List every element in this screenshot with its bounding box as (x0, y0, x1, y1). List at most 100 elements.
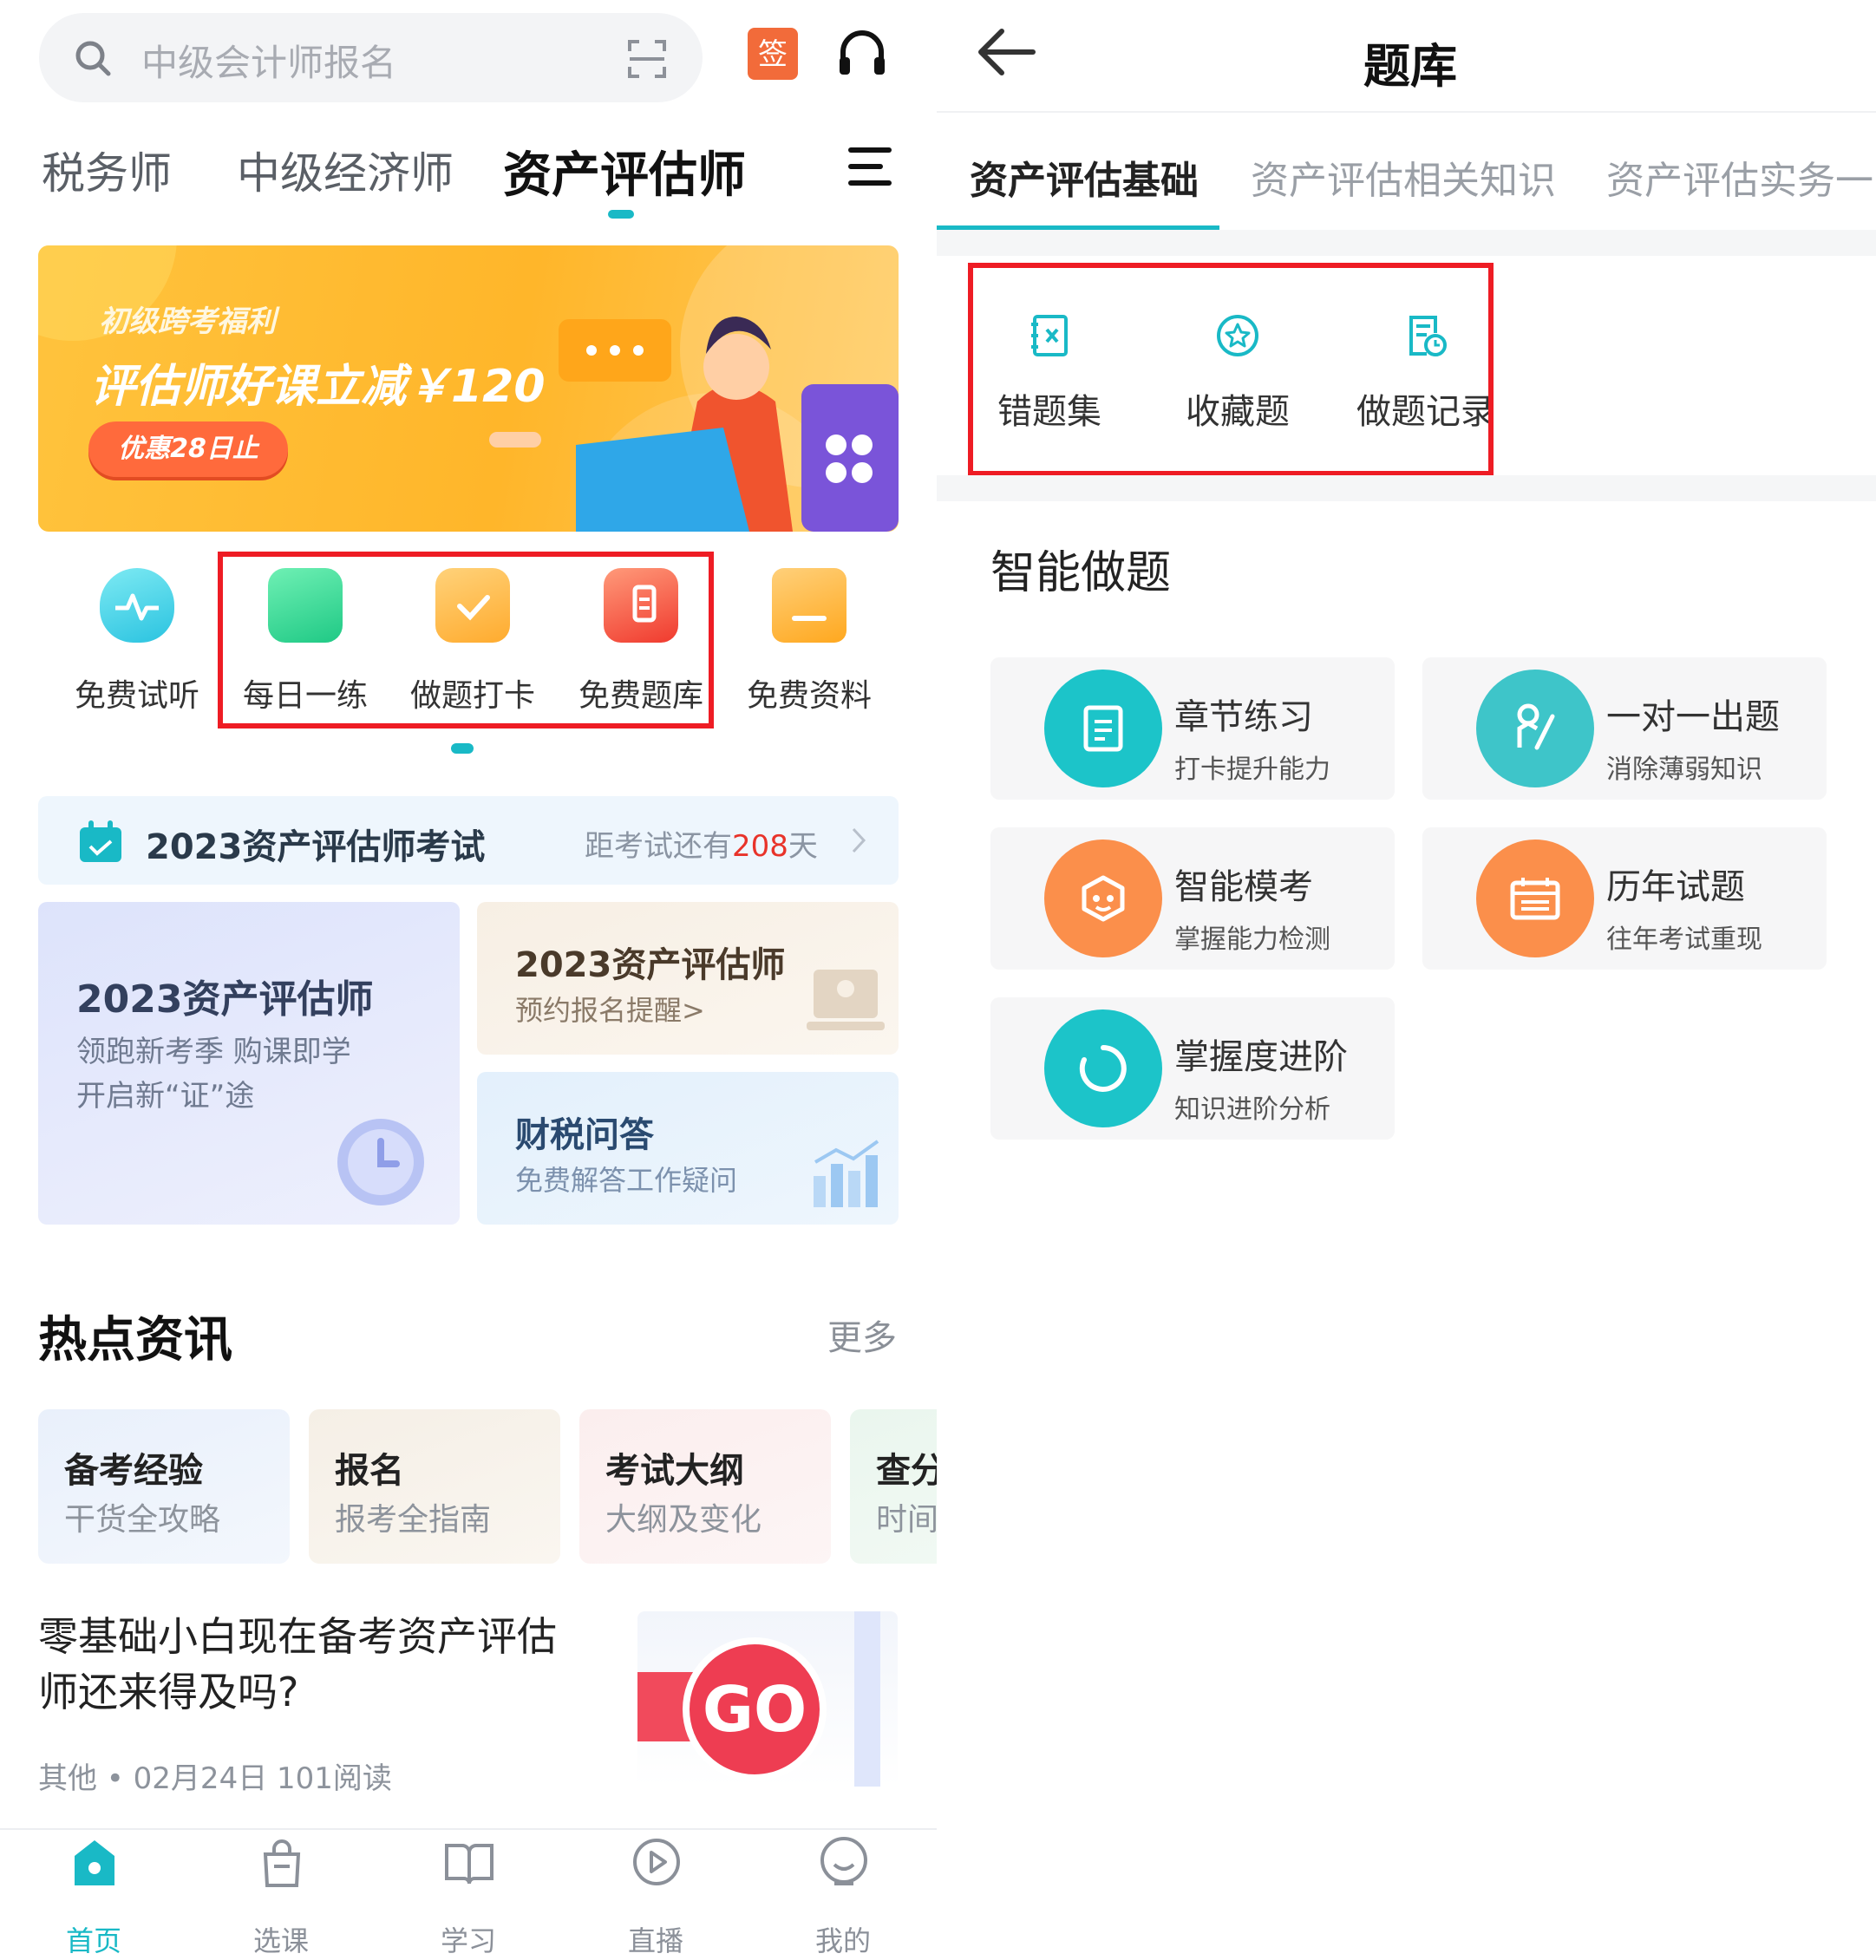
open-book-icon (445, 1844, 494, 1885)
nav-me[interactable]: 我的 (749, 1830, 937, 1960)
nav-study[interactable]: 学习 (375, 1830, 562, 1960)
back-arrow-icon[interactable] (976, 28, 1036, 76)
bag-icon (263, 1839, 301, 1887)
card-tax-qa[interactable]: 财税问答 免费解答工作疑问 (477, 1072, 899, 1225)
headset-icon[interactable] (834, 26, 890, 82)
card-one-on-one[interactable]: 一对一出题 消除薄弱知识 (1422, 657, 1827, 800)
card-title: 一对一出题 (1606, 697, 1780, 737)
card-desc: 消除薄弱知识 (1606, 755, 1762, 785)
article-thumbnail[interactable]: GO (637, 1611, 898, 1787)
heartbeat-icon (100, 568, 174, 643)
document-icon (1044, 670, 1162, 787)
quick-free-trial[interactable]: 免费试听 (55, 568, 219, 715)
nav-courses[interactable]: 选课 (187, 1830, 375, 1960)
article-title-line2: 师还来得及吗? (38, 1669, 299, 1715)
quick-label: 免费资料 (746, 678, 872, 714)
tab-asset-appraiser[interactable]: 资产评估师 (503, 136, 746, 206)
article-title-line1: 零基础小白现在备考资产评估 (38, 1613, 557, 1660)
card-title: 2023资产评估师 (515, 945, 786, 985)
card-sub: 预约报名提醒> (515, 994, 705, 1027)
sign-in-icon[interactable]: 签 (748, 28, 798, 80)
search-bar[interactable]: 中级会计师报名 (39, 13, 703, 102)
tab-indicator (608, 210, 634, 219)
question-bank-screen: 题库 资产评估基础 资产评估相关知识 资产评估实务一 错题集 收藏题 做题记录 … (937, 0, 1876, 1960)
highlight-box (968, 263, 1494, 476)
chip-title: 备考经验 (64, 1451, 203, 1491)
person-pen-icon (1476, 670, 1594, 787)
play-circle-icon (633, 1839, 680, 1885)
section-title: 智能做题 (990, 547, 1172, 599)
laptop-user-icon (807, 970, 885, 1030)
nav-label: 直播 (627, 1924, 683, 1957)
card-past-exams[interactable]: 历年试题 往年考试重现 (1422, 827, 1827, 970)
section-gap (937, 230, 1876, 256)
tab-practice-one[interactable]: 资产评估实务一 (1606, 149, 1873, 205)
card-appraiser-course[interactable]: 2023资产评估师 领跑新考季 购课即学 开启新“证”途 (38, 902, 460, 1225)
countdown-suffix: 天 (788, 829, 818, 864)
card-line1: 领跑新考季 购课即学 (76, 1035, 351, 1069)
calendar-list-icon (1476, 840, 1594, 957)
section-gap (937, 475, 1876, 501)
article-item[interactable]: 零基础小白现在备考资产评估 师还来得及吗? 其他 • 02月24日 101阅读 (38, 1609, 611, 1797)
exam-countdown-bar[interactable]: 2023资产评估师考试 距考试还有208天 (38, 796, 899, 885)
alarm-clock-icon (337, 1119, 424, 1205)
chevron-right-icon (852, 827, 866, 853)
quick-free-materials[interactable]: 免费资料 (727, 568, 892, 715)
chip-title: 查分 (876, 1451, 937, 1491)
chip-sub: 报考全指南 (335, 1502, 492, 1538)
quick-label: 免费试听 (74, 678, 199, 714)
card-title: 2023资产评估师 (76, 977, 374, 1022)
card-desc: 知识进阶分析 (1174, 1094, 1330, 1125)
nav-home[interactable]: 首页 (0, 1830, 187, 1960)
search-icon (75, 41, 111, 76)
card-sub: 免费解答工作疑问 (515, 1164, 738, 1197)
card-mock-exam[interactable]: 智能模考 掌握能力检测 (990, 827, 1395, 970)
page-title: 题库 (1363, 39, 1457, 94)
folder-icon (772, 568, 846, 643)
thumb-go-badge: GO (683, 1637, 827, 1781)
news-chip[interactable]: 考试大纲 大纲及变化 (579, 1409, 831, 1564)
search-placeholder: 中级会计师报名 (141, 42, 397, 84)
card-chapter-practice[interactable]: 章节练习 打卡提升能力 (990, 657, 1395, 800)
tab-related-knowledge[interactable]: 资产评估相关知识 (1251, 149, 1556, 205)
tab-tax-advisor[interactable]: 税务师 (42, 139, 172, 201)
card-title: 掌握度进阶 (1174, 1037, 1348, 1077)
chip-title: 报名 (335, 1451, 404, 1491)
scan-icon[interactable] (627, 39, 667, 79)
nav-live[interactable]: 直播 (562, 1830, 749, 1960)
calendar-icon (80, 820, 121, 862)
nav-label: 首页 (65, 1924, 121, 1957)
news-chip[interactable]: 报名 报考全指南 (309, 1409, 560, 1564)
promo-banner[interactable]: 初级跨考福利 评估师好课立减￥120 优惠28日止 (38, 245, 899, 532)
card-title: 章节练习 (1174, 697, 1313, 737)
home-screen: 中级会计师报名 签 税务师 中级经济师 资产评估师 初级跨考福利 评估师好课立减… (0, 0, 937, 1960)
card-desc: 打卡提升能力 (1174, 755, 1330, 785)
header-divider (937, 111, 1876, 113)
card-line2: 开启新“证”途 (76, 1079, 255, 1114)
countdown-days: 208 (732, 829, 788, 864)
card-registration-reminder[interactable]: 2023资产评估师 预约报名提醒> (477, 902, 899, 1055)
chip-sub: 大纲及变化 (605, 1502, 762, 1538)
banner-cta[interactable]: 优惠28日止 (88, 421, 288, 477)
chip-title: 考试大纲 (605, 1451, 744, 1491)
hot-news-title: 热点资讯 (38, 1312, 232, 1369)
article-meta: 其他 • 02月24日 101阅读 (38, 1761, 392, 1796)
page-indicator (451, 743, 474, 754)
news-chip[interactable]: 备考经验 干货全攻略 (38, 1409, 290, 1564)
smile-face-icon (820, 1837, 867, 1885)
home-icon (75, 1840, 114, 1885)
robot-face-icon (1044, 840, 1162, 957)
countdown-prefix: 距考试还有 (585, 829, 732, 864)
card-desc: 掌握能力检测 (1174, 924, 1330, 955)
menu-icon[interactable] (848, 147, 892, 186)
exam-countdown: 距考试还有208天 (585, 822, 818, 865)
card-title: 财税问答 (515, 1115, 654, 1155)
card-desc: 往年考试重现 (1606, 924, 1762, 955)
more-link[interactable]: 更多 (827, 1310, 897, 1360)
bar-chart-icon (814, 1140, 879, 1207)
sign-in-label: 签 (758, 37, 788, 72)
news-chip[interactable]: 查分 时间 (850, 1409, 937, 1564)
tab-appraisal-basics[interactable]: 资产评估基础 (970, 149, 1199, 205)
card-mastery[interactable]: 掌握度进阶 知识进阶分析 (990, 997, 1395, 1140)
tab-economist[interactable]: 中级经济师 (237, 139, 454, 201)
